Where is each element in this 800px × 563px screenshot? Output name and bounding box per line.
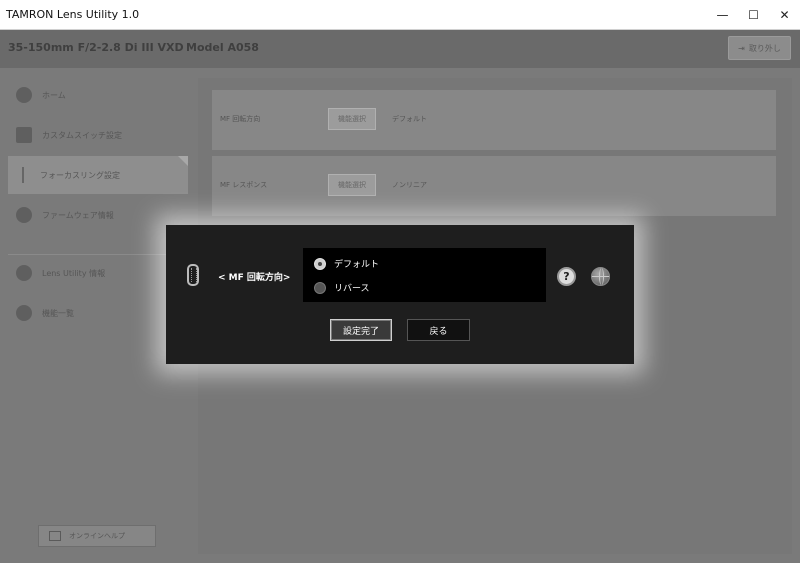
window-titlebar: TAMRON Lens Utility 1.0 — ☐ ✕ — [0, 0, 800, 30]
sidebar-item-label: ホーム — [42, 90, 66, 100]
home-icon — [16, 87, 32, 103]
sidebar-item-label: ファームウェア情報 — [42, 210, 114, 220]
window-title: TAMRON Lens Utility 1.0 — [6, 8, 140, 21]
function-select-button[interactable]: 機能選択 — [328, 174, 376, 196]
sidebar-item-label: 機能一覧 — [42, 308, 74, 318]
window-icon — [49, 531, 61, 541]
detach-icon: ⇥ — [738, 43, 745, 53]
focus-ring-icon — [187, 264, 199, 286]
switch-icon — [16, 127, 32, 143]
radio-label: デフォルト — [334, 260, 380, 270]
sidebar-item-custom-switch[interactable]: カスタムスイッチ設定 — [8, 116, 188, 154]
detach-button[interactable]: ⇥ 取り外し — [728, 36, 791, 60]
online-help-button[interactable]: オンラインヘルプ — [38, 525, 156, 547]
app-header: 35-150mm F/2-2.8 Di III VXD Model A058 ⇥… — [0, 30, 800, 68]
help-circle-icon — [16, 305, 32, 321]
rotation-options: デフォルト リバース — [303, 248, 546, 302]
setting-label: MF レスポンス — [220, 181, 268, 189]
firmware-icon — [16, 207, 32, 223]
sidebar-item-function-list[interactable]: 機能一覧 — [8, 294, 188, 332]
mf-rotation-dialog: < MF 回転方向> デフォルト リバース ? 設定完了 戻る — [166, 225, 634, 364]
maximize-button[interactable]: ☐ — [738, 0, 769, 30]
radio-label: リバース — [334, 284, 370, 294]
sidebar-item-label: フォーカスリング設定 — [40, 170, 120, 180]
help-icon[interactable]: ? — [557, 267, 576, 286]
setting-value: デフォルト — [392, 115, 427, 123]
sidebar-item-lens-utility-info[interactable]: Lens Utility 情報 — [8, 254, 188, 292]
setting-row-mf-rotation: MF 回転方向 機能選択 デフォルト — [212, 90, 776, 150]
close-button[interactable]: ✕ — [769, 0, 800, 30]
radio-option-reverse[interactable]: リバース — [314, 281, 370, 294]
globe-icon[interactable] — [591, 267, 610, 286]
minimize-button[interactable]: — — [707, 0, 738, 30]
sidebar-item-label: Lens Utility 情報 — [42, 268, 106, 278]
detach-label: 取り外し — [748, 43, 781, 53]
sidebar-item-firmware[interactable]: ファームウェア情報 — [8, 196, 188, 234]
function-select-button[interactable]: 機能選択 — [328, 108, 376, 130]
lens-name: 35-150mm F/2-2.8 Di III VXD — [8, 41, 184, 54]
sidebar-item-home[interactable]: ホーム — [8, 76, 188, 114]
back-button[interactable]: 戻る — [407, 319, 470, 341]
info-icon — [16, 265, 32, 281]
radio-option-default[interactable]: デフォルト — [314, 257, 379, 270]
setting-label: MF 回転方向 — [220, 115, 261, 123]
lens-model: Model A058 — [186, 41, 259, 54]
radio-selected-icon[interactable] — [314, 257, 326, 270]
sidebar-item-focus-ring[interactable]: フォーカスリング設定 — [8, 156, 188, 194]
confirm-button[interactable]: 設定完了 — [330, 319, 392, 341]
sidebar-item-label: カスタムスイッチ設定 — [42, 130, 122, 140]
focus-ring-icon — [22, 167, 24, 183]
setting-value: ノンリニア — [392, 181, 427, 189]
online-help-label: オンラインヘルプ — [69, 532, 125, 540]
window-controls: — ☐ ✕ — [707, 0, 800, 30]
radio-unselected-icon[interactable] — [314, 281, 326, 294]
setting-row-mf-response: MF レスポンス 機能選択 ノンリニア — [212, 156, 776, 216]
dialog-title: < MF 回転方向> — [218, 273, 291, 283]
